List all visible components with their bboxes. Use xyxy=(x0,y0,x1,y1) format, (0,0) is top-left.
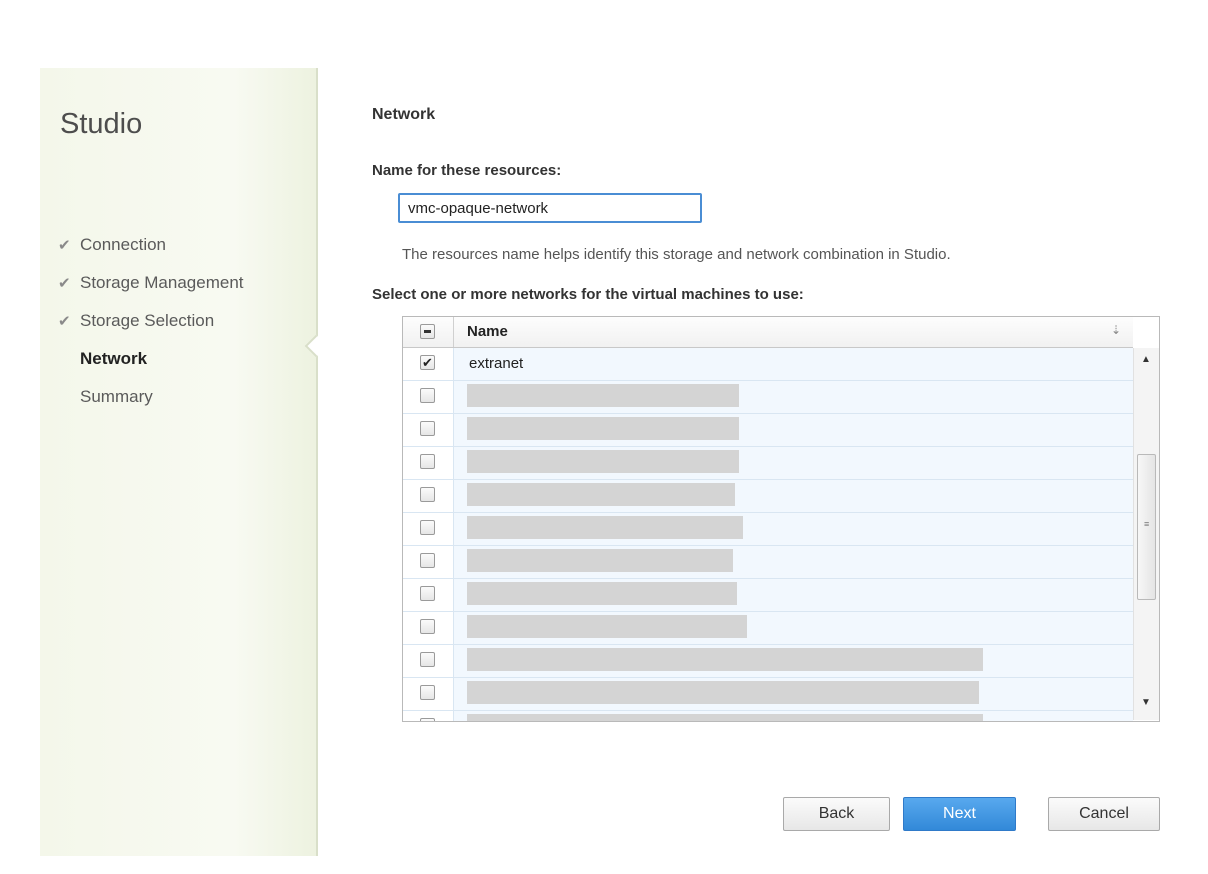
row-checkbox[interactable] xyxy=(420,421,435,436)
row-checkbox-cell xyxy=(403,678,454,710)
row-checkbox[interactable] xyxy=(420,619,435,634)
redacted-network-name xyxy=(467,615,747,638)
redacted-network-name xyxy=(467,450,739,473)
step-label: Connection xyxy=(80,235,167,254)
row-checkbox-cell xyxy=(403,645,454,677)
scroll-down-arrow-icon[interactable]: ▼ xyxy=(1141,697,1151,708)
step-label: Storage Selection xyxy=(80,311,215,330)
back-button[interactable]: Back xyxy=(783,797,890,831)
table-row[interactable] xyxy=(403,513,1133,546)
checked-checkbox[interactable]: ✔ xyxy=(420,355,435,370)
table-body: ✔ extranet xyxy=(403,348,1133,721)
name-field-label: Name for these resources: xyxy=(372,162,562,179)
table-row[interactable] xyxy=(403,645,1133,678)
redacted-network-name xyxy=(467,549,733,572)
row-checkbox-cell: ✔ xyxy=(403,348,454,380)
table-row[interactable] xyxy=(403,579,1133,612)
cancel-button[interactable]: Cancel xyxy=(1048,797,1160,831)
redacted-network-name xyxy=(467,516,743,539)
table-row[interactable] xyxy=(403,546,1133,579)
row-checkbox-cell xyxy=(403,711,454,721)
row-checkbox-cell xyxy=(403,447,454,479)
redacted-network-name xyxy=(467,714,983,721)
row-checkbox[interactable] xyxy=(420,652,435,667)
step-network: Network xyxy=(58,340,244,378)
row-checkbox-cell xyxy=(403,579,454,611)
scroll-up-arrow-icon[interactable]: ▲ xyxy=(1141,354,1151,365)
network-name: extranet xyxy=(469,355,524,372)
network-table: Name ⇣ ✔ extranet ▲ ≡ ▼ xyxy=(402,316,1160,722)
step-storage-management: ✔ Storage Management xyxy=(58,264,244,302)
select-all-checkbox[interactable] xyxy=(420,324,435,339)
next-button[interactable]: Next xyxy=(903,797,1016,831)
table-row[interactable]: ✔ extranet xyxy=(403,348,1133,381)
table-row[interactable] xyxy=(403,414,1133,447)
redacted-network-name xyxy=(467,681,979,704)
row-checkbox[interactable] xyxy=(420,685,435,700)
redacted-network-name xyxy=(467,384,739,407)
row-checkbox[interactable] xyxy=(420,388,435,403)
step-label: Summary xyxy=(80,387,153,406)
wizard-steps: ✔ Connection ✔ Storage Management ✔ Stor… xyxy=(58,226,244,416)
table-row[interactable] xyxy=(403,612,1133,645)
table-header: Name ⇣ xyxy=(403,317,1133,348)
page-title: Network xyxy=(372,106,436,123)
app-title: Studio xyxy=(60,108,143,140)
checkmark-icon: ✔ xyxy=(58,237,71,254)
step-label: Storage Management xyxy=(80,273,244,292)
row-checkbox[interactable] xyxy=(420,520,435,535)
header-checkbox-cell xyxy=(403,317,454,347)
redacted-network-name xyxy=(467,417,739,440)
step-label: Network xyxy=(80,349,148,368)
row-checkbox-cell xyxy=(403,414,454,446)
row-checkbox-cell xyxy=(403,480,454,512)
table-row[interactable] xyxy=(403,711,1133,721)
redacted-network-name xyxy=(467,483,735,506)
row-checkbox-cell xyxy=(403,381,454,413)
row-checkbox[interactable] xyxy=(420,454,435,469)
checkmark-icon: ✔ xyxy=(58,275,71,292)
sort-arrow-icon[interactable]: ⇣ xyxy=(1111,323,1121,337)
row-checkbox-cell xyxy=(403,546,454,578)
name-column-header[interactable]: Name xyxy=(467,323,508,340)
step-summary: Summary xyxy=(58,378,244,416)
table-row[interactable] xyxy=(403,480,1133,513)
row-checkbox[interactable] xyxy=(420,586,435,601)
redacted-network-name xyxy=(467,648,983,671)
network-list-label: Select one or more networks for the virt… xyxy=(372,286,804,303)
redacted-network-name xyxy=(467,582,737,605)
row-checkbox[interactable] xyxy=(420,718,435,721)
wizard-sidebar: Studio ✔ Connection ✔ Storage Management… xyxy=(40,68,318,856)
table-row[interactable] xyxy=(403,447,1133,480)
scroll-thumb[interactable]: ≡ xyxy=(1137,454,1156,600)
checkmark-icon: ✔ xyxy=(58,313,71,330)
row-checkbox[interactable] xyxy=(420,553,435,568)
table-row[interactable] xyxy=(403,381,1133,414)
resource-name-input[interactable] xyxy=(398,193,702,223)
grip-icon: ≡ xyxy=(1144,519,1150,529)
row-checkbox[interactable] xyxy=(420,487,435,502)
step-connection: ✔ Connection xyxy=(58,226,244,264)
vertical-scrollbar[interactable]: ▲ ≡ ▼ xyxy=(1133,348,1159,720)
row-checkbox-cell xyxy=(403,513,454,545)
table-row[interactable] xyxy=(403,678,1133,711)
row-checkbox-cell xyxy=(403,612,454,644)
step-storage-selection: ✔ Storage Selection xyxy=(58,302,244,340)
name-hint-text: The resources name helps identify this s… xyxy=(402,246,951,263)
